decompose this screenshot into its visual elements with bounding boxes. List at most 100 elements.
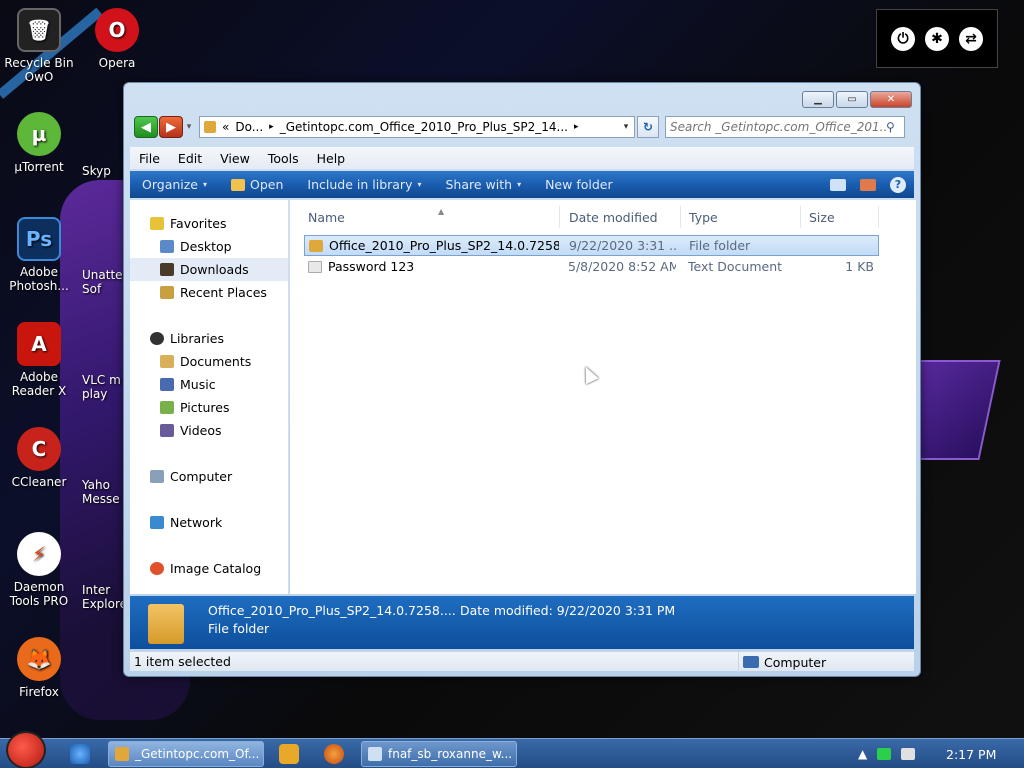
details-pane: Office_2010_Pro_Plus_SP2_14.0.7258.... F… xyxy=(130,596,914,649)
network-icon xyxy=(150,516,164,529)
refresh-button[interactable]: ↻ xyxy=(637,116,659,138)
address-bar[interactable]: « Do... ▸ _Getintopc.com_Office_2010_Pro… xyxy=(199,116,635,138)
forward-button[interactable]: ▶ xyxy=(159,116,183,138)
recent-pages-dropdown[interactable]: ▾ xyxy=(183,122,195,132)
column-header-name[interactable]: Name ▲ xyxy=(302,206,560,228)
nav-documents[interactable]: Documents xyxy=(130,350,288,373)
menu-view[interactable]: View xyxy=(211,151,259,166)
show-hidden-icons-icon[interactable]: ▲ xyxy=(858,747,867,761)
nav-videos[interactable]: Videos xyxy=(130,419,288,442)
taskbar-button-label: fnaf_sb_roxanne_w... xyxy=(388,747,513,761)
desktop-icon-ie-partial[interactable]: Inter Explore xyxy=(82,583,124,611)
nav-libraries[interactable]: Libraries xyxy=(130,327,288,350)
desktop-icon-label: µTorrent xyxy=(14,160,64,174)
sort-arrow-icon: ▲ xyxy=(438,207,445,216)
breadcrumb-separator[interactable]: ▸ xyxy=(574,122,579,132)
include-in-library-label: Include in library xyxy=(307,177,413,192)
window-controls: ▁ ▭ ✕ xyxy=(802,91,912,108)
menu-help[interactable]: Help xyxy=(308,151,355,166)
details-type: File folder xyxy=(208,621,270,636)
nav-recent-places[interactable]: Recent Places xyxy=(130,281,288,304)
nav-pictures[interactable]: Pictures xyxy=(130,396,288,419)
nav-image-catalog[interactable]: Image Catalog xyxy=(130,557,288,580)
address-dropdown[interactable]: ▾ xyxy=(618,122,634,132)
details-modified: Date modified: 9/22/2020 3:31 PM xyxy=(460,603,675,618)
nav-label: Desktop xyxy=(180,239,232,254)
view-options-icon[interactable] xyxy=(830,178,846,191)
nav-favorites[interactable]: Favorites xyxy=(130,212,288,235)
back-button[interactable]: ◀ xyxy=(134,116,158,138)
network-status-icon[interactable] xyxy=(877,748,892,760)
include-in-library-button[interactable]: Include in library ▾ xyxy=(295,177,433,192)
search-box[interactable]: ⚲ xyxy=(665,116,905,138)
settings-icon[interactable]: ✱ xyxy=(925,26,949,51)
address-overflow[interactable]: « xyxy=(222,120,229,134)
file-row[interactable]: Office_2010_Pro_Plus_SP2_14.0.7258.5... … xyxy=(304,235,879,256)
breadcrumb-separator[interactable]: ▸ xyxy=(269,122,274,132)
media-player-icon[interactable] xyxy=(279,744,299,764)
search-input[interactable] xyxy=(670,120,886,134)
desktop-icon-adobe-reader[interactable]: A Adobe Reader X xyxy=(0,322,78,398)
videos-icon xyxy=(160,424,174,437)
open-button[interactable]: Open xyxy=(219,177,295,192)
taskbar-button-image[interactable]: fnaf_sb_roxanne_w... xyxy=(361,741,517,767)
column-header-label: Size xyxy=(809,209,835,225)
menu-edit[interactable]: Edit xyxy=(169,151,211,166)
minimize-button[interactable]: ▁ xyxy=(802,91,834,108)
desktop-icon-recycle-bin[interactable]: 🗑 Recycle Bin OwO xyxy=(0,8,78,84)
share-with-button[interactable]: Share with ▾ xyxy=(433,177,533,192)
clock[interactable]: 2:17 PM xyxy=(946,747,996,762)
volume-muted-icon[interactable] xyxy=(901,748,916,760)
desktop-icon-label: Recycle Bin OwO xyxy=(4,56,74,84)
desktop-icon-daemon-tools[interactable]: ⚡ Daemon Tools PRO xyxy=(0,532,78,608)
help-icon[interactable]: ? xyxy=(890,176,906,193)
firefox-icon[interactable] xyxy=(324,744,344,764)
nav-computer[interactable]: Computer xyxy=(130,465,288,488)
power-icon[interactable]: ⏻ xyxy=(891,26,915,51)
search-icon[interactable]: ⚲ xyxy=(886,120,900,134)
column-header-size[interactable]: Size xyxy=(803,206,879,228)
back-arrow-icon: ◀ xyxy=(141,119,151,135)
menu-tools[interactable]: Tools xyxy=(259,151,308,166)
command-bar-right: ? xyxy=(830,176,914,193)
close-button[interactable]: ✕ xyxy=(870,91,912,108)
desktop-icon-vlc-partial[interactable]: VLC m play xyxy=(82,373,124,401)
internet-explorer-icon[interactable] xyxy=(70,744,90,764)
file-name: Password 123 xyxy=(328,259,415,274)
desktop-icon-photoshop[interactable]: Ps Adobe Photosh... xyxy=(0,217,78,293)
recycle-bin-icon: 🗑 xyxy=(17,8,61,52)
ccleaner-icon: C xyxy=(17,427,61,471)
start-button[interactable] xyxy=(6,731,46,768)
swap-icon[interactable]: ⇄ xyxy=(959,26,983,51)
desktop-icon-ccleaner[interactable]: C CCleaner xyxy=(0,427,78,489)
desktop-icon-utorrent[interactable]: µ µTorrent xyxy=(0,112,78,174)
nav-label: Documents xyxy=(180,354,252,369)
column-header-type[interactable]: Type xyxy=(683,206,801,228)
nav-downloads[interactable]: Downloads xyxy=(130,258,288,281)
taskbar-button-explorer[interactable]: _Getintopc.com_Of... xyxy=(108,741,264,767)
documents-icon xyxy=(160,355,174,368)
maximize-button[interactable]: ▭ xyxy=(836,91,868,108)
organize-button[interactable]: Organize ▾ xyxy=(130,177,219,192)
new-folder-button[interactable]: New folder xyxy=(533,177,625,192)
breadcrumb-downloads[interactable]: Do... xyxy=(235,120,263,134)
column-header-date[interactable]: Date modified xyxy=(563,206,681,228)
nav-network[interactable]: Network xyxy=(130,511,288,534)
share-with-label: Share with xyxy=(445,177,513,192)
desktop-icon-opera[interactable]: O Opera xyxy=(78,8,156,70)
desktop-icon-unattended-partial[interactable]: Unatte Sof xyxy=(82,268,124,296)
desktop-icon-yahoo-partial[interactable]: Yaho Messe xyxy=(82,478,124,506)
forward-arrow-icon: ▶ xyxy=(166,119,176,135)
breadcrumb-current-folder[interactable]: _Getintopc.com_Office_2010_Pro_Plus_SP2_… xyxy=(280,120,568,134)
preview-pane-icon[interactable] xyxy=(860,178,876,191)
desktop-icon-firefox[interactable]: 🦊 Firefox xyxy=(0,637,78,699)
details-name: Office_2010_Pro_Plus_SP2_14.0.7258.... xyxy=(208,603,456,618)
desktop-icon-skype-partial[interactable]: Skyp xyxy=(82,164,124,178)
nav-music[interactable]: Music xyxy=(130,373,288,396)
utorrent-icon: µ xyxy=(17,112,61,156)
file-row[interactable]: Password 123 5/8/2020 8:52 AM Text Docum… xyxy=(304,256,879,277)
nav-desktop[interactable]: Desktop xyxy=(130,235,288,258)
menu-file[interactable]: File xyxy=(130,151,169,166)
